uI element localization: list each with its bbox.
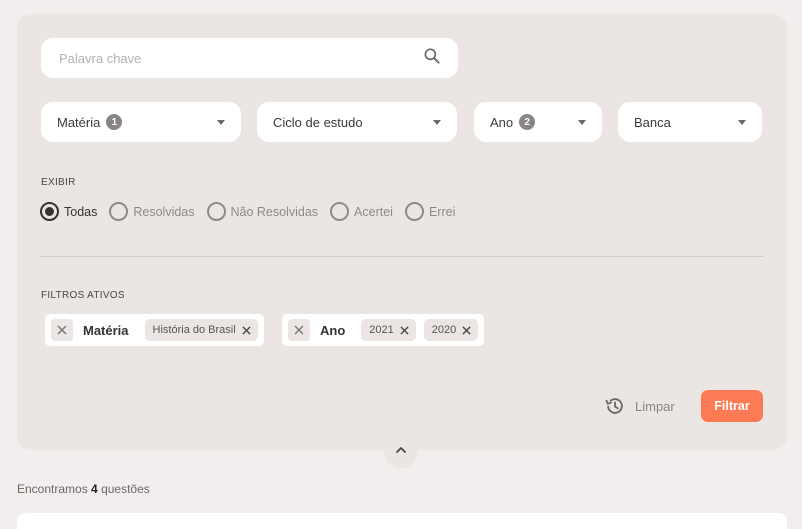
radio-resolvidas[interactable]: Resolvidas bbox=[109, 202, 195, 221]
radio-todas[interactable]: Todas bbox=[40, 202, 97, 221]
radio-label: Todas bbox=[64, 204, 98, 219]
caret-down-icon bbox=[738, 119, 746, 125]
close-icon bbox=[294, 325, 304, 335]
radio-nao-resolvidas[interactable]: Não Resolvidas bbox=[206, 202, 319, 221]
filter-button[interactable]: Filtrar bbox=[701, 390, 763, 422]
filter-tag: História do Brasil bbox=[144, 319, 258, 341]
caret-down-icon bbox=[217, 119, 225, 125]
collapse-panel-button[interactable] bbox=[384, 434, 418, 468]
filter-tag: 2021 bbox=[361, 319, 416, 341]
divider bbox=[40, 256, 763, 257]
remove-group-button[interactable] bbox=[288, 319, 310, 341]
results-prefix: Encontramos bbox=[17, 482, 88, 496]
dropdown-label: Ciclo de estudo bbox=[273, 114, 363, 130]
chevron-up-icon bbox=[396, 447, 406, 453]
caret-down-icon bbox=[578, 119, 586, 125]
exibir-radio-group: Todas Resolvidas Não Resolvidas Acertei … bbox=[40, 202, 467, 221]
filter-group-name: Ano bbox=[320, 322, 346, 338]
search-input[interactable] bbox=[59, 50, 422, 66]
count-badge: 1 bbox=[106, 114, 123, 130]
clear-button-label: Limpar bbox=[635, 398, 675, 414]
filter-group-name: Matéria bbox=[83, 322, 129, 338]
close-icon[interactable] bbox=[400, 325, 409, 335]
history-icon bbox=[605, 398, 623, 414]
radio-circle[interactable] bbox=[404, 202, 424, 221]
dropdown-ciclo-de-estudo[interactable]: Ciclo de estudo bbox=[257, 102, 457, 142]
radio-label: Errei bbox=[428, 204, 456, 219]
radio-label: Resolvidas bbox=[133, 204, 195, 219]
question-card[interactable] bbox=[17, 513, 787, 529]
dropdown-ano[interactable]: Ano 2 bbox=[474, 102, 602, 142]
filter-panel: Matéria 1 Ciclo de estudo Ano 2 Banca EX… bbox=[17, 14, 787, 450]
close-icon[interactable] bbox=[462, 325, 471, 335]
dropdown-materia[interactable]: Matéria 1 bbox=[41, 102, 241, 142]
radio-circle[interactable] bbox=[40, 202, 59, 221]
radio-label: Acertei bbox=[354, 204, 393, 219]
filter-tag-label: História do Brasil bbox=[152, 324, 236, 336]
filter-tag: 2020 bbox=[423, 319, 479, 341]
results-suffix: questões bbox=[101, 482, 150, 496]
active-filter-ano: Ano 2021 2020 bbox=[282, 314, 485, 346]
results-number: 4 bbox=[91, 482, 98, 496]
radio-circle[interactable] bbox=[330, 202, 350, 221]
caret-down-icon bbox=[433, 119, 441, 125]
dropdown-banca[interactable]: Banca bbox=[618, 102, 762, 142]
search-icon[interactable] bbox=[422, 46, 442, 71]
filter-tag-label: 2021 bbox=[369, 324, 394, 336]
count-badge: 2 bbox=[519, 114, 536, 130]
filter-tag-label: 2020 bbox=[431, 324, 457, 336]
radio-circle[interactable] bbox=[206, 202, 226, 221]
dropdown-label: Banca bbox=[634, 114, 671, 130]
radio-label: Não Resolvidas bbox=[230, 204, 319, 219]
close-icon bbox=[57, 325, 67, 335]
dropdown-label: Matéria bbox=[57, 114, 101, 130]
close-icon[interactable] bbox=[242, 325, 251, 335]
exibir-label: EXIBIR bbox=[41, 177, 76, 188]
filtros-ativos-label: FILTROS ATIVOS bbox=[41, 290, 125, 301]
clear-button[interactable]: Limpar bbox=[604, 395, 675, 417]
remove-group-button[interactable] bbox=[51, 319, 73, 341]
radio-circle[interactable] bbox=[109, 202, 129, 221]
results-count: Encontramos 4 questões bbox=[17, 482, 150, 496]
search-box bbox=[41, 38, 458, 78]
dropdown-label: Ano bbox=[490, 114, 514, 130]
active-filter-materia: Matéria História do Brasil bbox=[45, 314, 264, 346]
radio-acertei[interactable]: Acertei bbox=[330, 202, 393, 221]
radio-errei[interactable]: Errei bbox=[404, 202, 456, 221]
